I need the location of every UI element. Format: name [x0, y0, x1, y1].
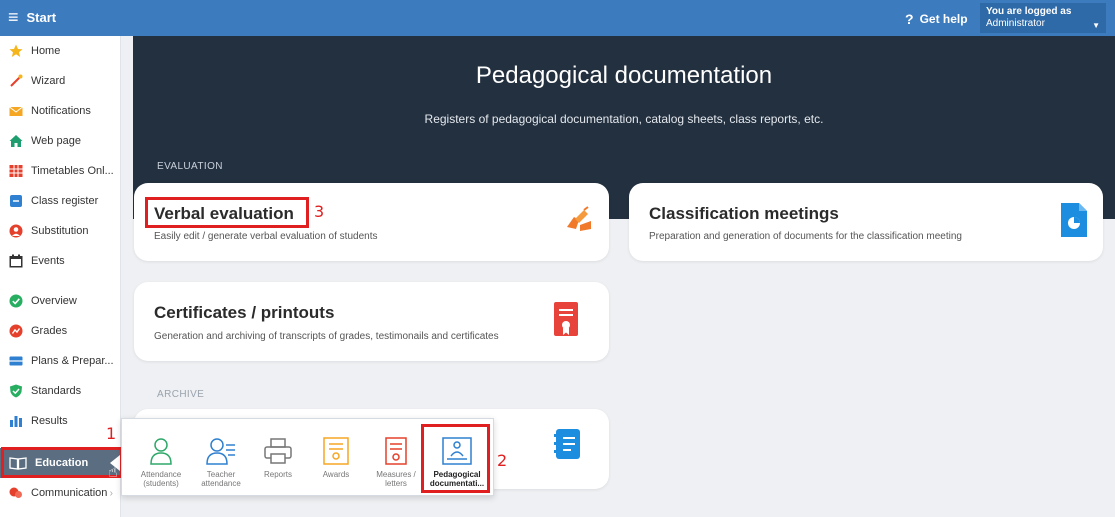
- plans-icon: [9, 354, 23, 368]
- flyout-item-reports[interactable]: Reports: [249, 419, 307, 497]
- sidebar-item-label: Events: [31, 255, 65, 267]
- calendar-icon: [9, 254, 23, 268]
- top-bar: ≡ Start ? Get help You are logged as Adm…: [0, 0, 1115, 36]
- sidebar-item-label: Communication: [31, 487, 108, 499]
- document-chart-icon: [1061, 203, 1087, 242]
- annotation-three: 3: [314, 202, 325, 221]
- sidebar-item-label: Web page: [31, 135, 81, 147]
- hand-writing-icon: [564, 205, 594, 240]
- highlight-box-verbal-evaluation: [145, 197, 309, 228]
- certificate-icon: [554, 302, 578, 343]
- sidebar-item-label: Overview: [31, 295, 77, 307]
- sidebar-item-label: Wizard: [31, 75, 66, 87]
- sidebar-item-label: Plans & Prepar...: [31, 355, 114, 367]
- sidebar-item-communication[interactable]: Communication ›: [0, 478, 121, 508]
- flyout-item-label: Attendance (students): [140, 470, 182, 488]
- sidebar-item-standards[interactable]: Standards: [0, 376, 121, 406]
- hand-cursor-icon: ☝: [108, 464, 118, 481]
- caret-down-icon: ▼: [1092, 21, 1100, 30]
- flyout-item-teacher-attendance[interactable]: Teacher attendance: [192, 419, 250, 497]
- card-classification-meetings[interactable]: Classification meetings Preparation and …: [629, 183, 1103, 261]
- sidebar-item-plans[interactable]: Plans & Prepar...: [0, 346, 121, 376]
- chevron-right-icon: ›: [109, 487, 113, 499]
- shield-check-icon: [9, 384, 23, 398]
- award-certificate-icon: [307, 436, 365, 466]
- question-icon: ?: [905, 11, 914, 27]
- attendance-students-icon: [132, 436, 190, 466]
- page-title: Pedagogical documentation: [475, 62, 773, 89]
- sidebar-item-timetables[interactable]: Timetables Onl...: [0, 156, 121, 186]
- sidebar-item-class-register[interactable]: Class register: [0, 186, 121, 216]
- page-subtitle: Registers of pedagogical documentation, …: [424, 112, 824, 126]
- envelope-icon: [9, 104, 23, 118]
- sidebar-item-notifications[interactable]: Notifications: [0, 96, 121, 126]
- timetable-icon: [9, 164, 23, 178]
- user-role: Administrator: [986, 18, 1045, 29]
- printer-icon: [249, 436, 307, 466]
- section-label-archive: ARCHIVE: [157, 389, 205, 400]
- card-certificates-printouts[interactable]: Certificates / printouts Generation and …: [134, 282, 609, 361]
- card-description: Generation and archiving of transcripts …: [154, 331, 499, 342]
- flyout-item-label: Reports: [263, 470, 292, 479]
- sidebar-item-label: Grades: [31, 325, 68, 337]
- flyout-item-label: Measures / letters: [376, 470, 416, 488]
- sidebar-item-substitution[interactable]: Substitution: [0, 216, 121, 246]
- start-menu-button[interactable]: ≡ Start: [8, 8, 56, 26]
- sidebar-item-web-page[interactable]: Web page: [0, 126, 121, 156]
- sidebar-item-grades[interactable]: Grades: [0, 316, 121, 346]
- section-label-evaluation: EVALUATION: [157, 161, 223, 172]
- check-icon: [9, 294, 23, 308]
- sidebar-item-label: Results: [31, 415, 68, 427]
- start-label: Start: [26, 9, 57, 25]
- wizard-icon: [9, 74, 23, 88]
- card-title: Classification meetings: [649, 204, 839, 223]
- sidebar-item-label: Substitution: [31, 225, 89, 237]
- bar-chart-icon: [9, 414, 23, 428]
- highlight-box-pedagogical-documentation: [421, 424, 490, 493]
- star-icon: [9, 44, 23, 58]
- sidebar-item-label: Class register: [31, 195, 99, 207]
- card-title: Certificates / printouts: [154, 303, 335, 322]
- card-description: Preparation and generation of documents …: [649, 231, 962, 242]
- notebook-icon: [554, 429, 580, 464]
- highlight-box-education: [1, 447, 123, 478]
- teacher-attendance-icon: [192, 436, 250, 466]
- user-menu[interactable]: You are logged as Administrator ▼: [980, 3, 1106, 33]
- flyout-item-label: Teacher attendance: [201, 470, 241, 488]
- sidebar-item-label: Standards: [31, 385, 82, 397]
- sidebar-item-label: Notifications: [31, 105, 91, 117]
- house-icon: [9, 134, 23, 148]
- sidebar-item-events[interactable]: Events: [0, 246, 121, 276]
- hamburger-icon: ≡: [8, 7, 19, 27]
- flyout-item-measures-letters[interactable]: Measures / letters: [367, 419, 425, 497]
- sidebar-item-results[interactable]: Results: [0, 406, 121, 436]
- flyout-item-label: Awards: [322, 470, 350, 479]
- flyout-item-attendance-students[interactable]: Attendance (students): [132, 419, 190, 497]
- get-help-label: Get help: [919, 12, 968, 26]
- person-icon: [9, 224, 23, 238]
- sidebar-item-overview[interactable]: Overview: [0, 286, 121, 316]
- flyout-item-awards[interactable]: Awards: [307, 419, 365, 497]
- sidebar-item-label: Timetables Onl...: [31, 165, 114, 177]
- sidebar-item-label: Home: [31, 45, 61, 57]
- grades-icon: [9, 324, 23, 338]
- annotation-two: 2: [497, 451, 508, 470]
- chat-icon: [9, 486, 23, 500]
- card-description: Easily edit / generate verbal evaluation…: [154, 231, 378, 242]
- user-logged-label: You are logged as: [986, 6, 1072, 17]
- sidebar-item-wizard[interactable]: Wizard: [0, 66, 121, 96]
- measures-letter-icon: [367, 436, 425, 466]
- sidebar: Home Wizard Notifications Web page Timet…: [0, 36, 121, 517]
- register-icon: [9, 194, 23, 208]
- get-help-button[interactable]: ? Get help: [905, 11, 968, 27]
- annotation-one: 1: [106, 424, 117, 443]
- sidebar-item-home[interactable]: Home: [0, 36, 121, 66]
